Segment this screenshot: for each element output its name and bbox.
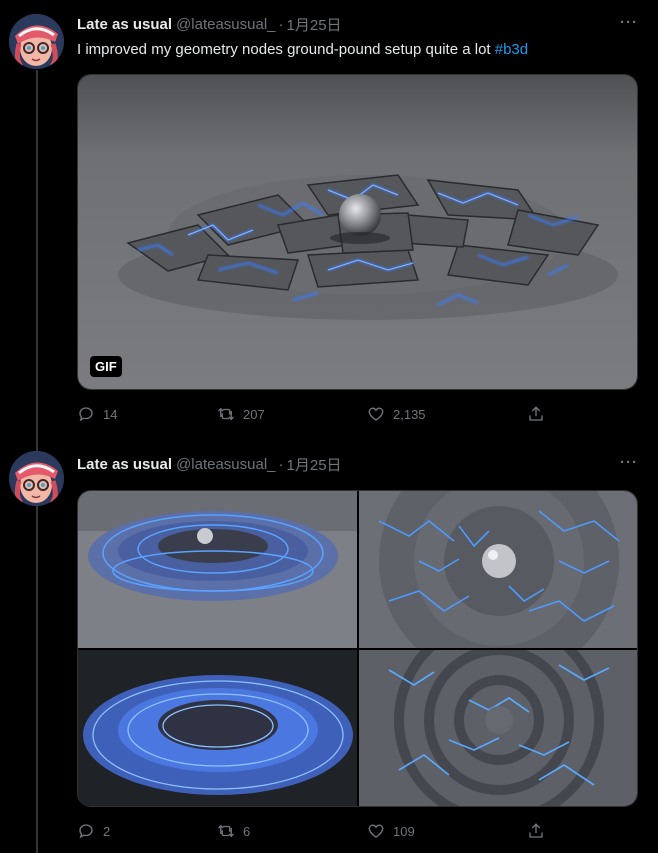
user-handle[interactable]: @lateasusual_	[176, 16, 275, 33]
like-count: 2,135	[393, 406, 426, 422]
tweet-body: I improved my geometry nodes ground-poun…	[77, 41, 495, 58]
share-button[interactable]	[527, 405, 545, 423]
separator: ·	[278, 455, 284, 473]
avatar[interactable]	[9, 451, 64, 506]
share-icon	[529, 406, 543, 421]
timestamp[interactable]: 1月25日	[287, 454, 342, 475]
reply-button[interactable]: 2	[77, 822, 110, 840]
display-name[interactable]: Late as usual	[77, 456, 172, 473]
reply-icon	[79, 407, 93, 422]
media-image-2[interactable]	[359, 491, 637, 648]
reply-icon	[79, 824, 93, 839]
user-handle[interactable]: @lateasusual_	[176, 456, 275, 473]
separator: ·	[278, 15, 284, 33]
hashtag-link[interactable]: #b3d	[495, 41, 528, 58]
retweet-count: 207	[243, 406, 265, 422]
share-icon	[529, 823, 543, 838]
retweet-icon	[218, 407, 234, 421]
like-count: 109	[393, 823, 415, 839]
tweet[interactable]: Late as usual @lateasusual_ · 1月25日 ··· …	[0, 0, 658, 440]
tweet-image-grid	[77, 490, 638, 807]
ground-pound-render	[78, 75, 637, 389]
tweet-gif-media[interactable]: GIF	[77, 74, 638, 390]
tweet-header: Late as usual @lateasusual_ · 1月25日 ···	[77, 14, 638, 34]
like-button[interactable]: 109	[367, 822, 415, 840]
retweet-icon	[218, 824, 234, 838]
avatar[interactable]	[9, 14, 64, 69]
action-bar: 14 207 2,135	[77, 403, 557, 425]
like-button[interactable]: 2,135	[367, 405, 426, 423]
more-icon[interactable]: ···	[620, 14, 638, 31]
media-image-3[interactable]	[78, 650, 357, 806]
reply-count: 14	[103, 406, 118, 422]
retweet-count: 6	[243, 823, 251, 839]
retweet-button[interactable]: 6	[217, 822, 250, 840]
display-name[interactable]: Late as usual	[77, 16, 172, 33]
media-image-4[interactable]	[359, 650, 637, 806]
tweet-text: I improved my geometry nodes ground-poun…	[77, 40, 642, 60]
tweet[interactable]: Late as usual @lateasusual_ · 1月25日 ···	[0, 440, 658, 853]
like-icon	[368, 407, 384, 421]
reply-button[interactable]: 14	[77, 405, 117, 423]
gif-badge: GIF	[90, 356, 122, 377]
timestamp[interactable]: 1月25日	[287, 14, 342, 35]
reply-count: 2	[103, 823, 111, 839]
like-icon	[368, 824, 384, 838]
retweet-button[interactable]: 207	[217, 405, 265, 423]
share-button[interactable]	[527, 822, 545, 840]
action-bar: 2 6 109	[77, 820, 557, 842]
tweet-header: Late as usual @lateasusual_ · 1月25日 ···	[77, 454, 638, 474]
more-icon[interactable]: ···	[620, 454, 638, 471]
media-image-1[interactable]	[78, 491, 357, 648]
